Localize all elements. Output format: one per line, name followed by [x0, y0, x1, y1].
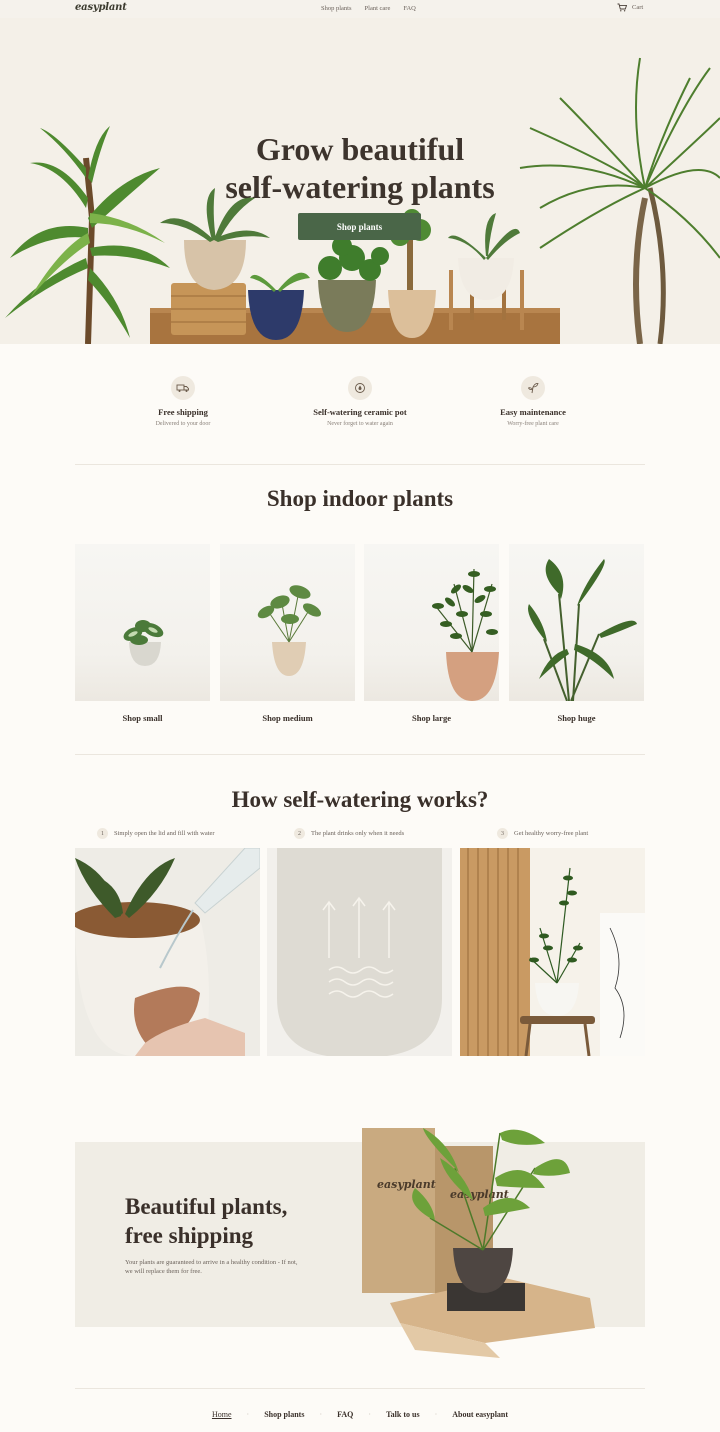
cart-label: Cart: [632, 4, 644, 11]
section-divider: [75, 754, 645, 755]
promo-box-plant-image: easyplant easyplant: [362, 1128, 595, 1358]
footer-link-home[interactable]: Home: [212, 1410, 232, 1419]
hero-shop-plants-button[interactable]: Shop plants: [298, 213, 421, 240]
truck-icon: [171, 376, 195, 400]
cart-button[interactable]: Cart: [617, 3, 643, 12]
shop-section-title: Shop indoor plants: [266, 486, 454, 511]
water-cycle-icon: [348, 376, 372, 400]
feature-self-watering: Self-watering ceramic pot Never forget t…: [260, 376, 460, 427]
footer-link-shop-plants[interactable]: Shop plants: [264, 1410, 304, 1419]
logo[interactable]: easyplant: [75, 2, 127, 13]
top-nav: easyplant Shop plants Plant care FAQ Car…: [0, 0, 720, 18]
box-brand-label: easyplant: [377, 1178, 436, 1191]
step-3: 3 Get healthy worry-free plant: [497, 828, 588, 839]
footer-link-about[interactable]: About easyplant: [452, 1410, 508, 1419]
nav-link-faq[interactable]: FAQ: [403, 5, 416, 12]
hero-title: Grow beautiful self-watering plants: [225, 131, 495, 205]
promo-text: Your plants are guaranteed to arrive in …: [125, 1259, 298, 1275]
step-3-image: [460, 848, 645, 1056]
shop-huge-card[interactable]: Shop huge: [509, 544, 644, 723]
footer-separator: ·: [368, 1410, 372, 1419]
shop-large-card[interactable]: Shop large: [364, 544, 499, 723]
medium-plant-image: [220, 544, 355, 701]
large-plant-image: [364, 544, 499, 701]
huge-plant-image: [509, 544, 644, 701]
feature-free-shipping: Free shipping Delivered to your door: [83, 376, 283, 427]
step-1: 1 Simply open the lid and fill with wate…: [97, 828, 215, 839]
box-brand-label-2: easyplant: [450, 1188, 509, 1201]
promo-title: Beautiful plants, free shipping: [125, 1194, 288, 1248]
feature-easy-maintenance: Easy maintenance Worry-free plant care: [433, 376, 633, 427]
hero-banner: Grow beautiful self-watering plants Shop…: [0, 18, 720, 344]
how-section-title: How self-watering works?: [231, 787, 489, 812]
nav-link-plant-care[interactable]: Plant care: [365, 5, 391, 12]
step-1-image: [75, 848, 260, 1056]
footer-link-talk-to-us[interactable]: Talk to us: [386, 1410, 420, 1419]
shop-small-card[interactable]: Shop small: [75, 544, 210, 723]
shop-medium-card[interactable]: Shop medium: [220, 544, 355, 723]
footer-nav: Home · Shop plants · FAQ · Talk to us · …: [0, 1410, 720, 1419]
step-2-image: [267, 848, 452, 1056]
footer-separator: ·: [319, 1410, 323, 1419]
sprout-icon: [521, 376, 545, 400]
footer-divider: [75, 1388, 645, 1389]
section-divider: [75, 464, 645, 465]
cart-icon: [617, 3, 627, 12]
nav-links: Shop plants Plant care FAQ: [321, 5, 416, 12]
footer-separator: ·: [246, 1410, 250, 1419]
step-2: 2 The plant drinks only when it needs: [294, 828, 404, 839]
features-row: Free shipping Delivered to your door Sel…: [75, 376, 645, 436]
nav-link-shop-plants[interactable]: Shop plants: [321, 5, 352, 12]
small-plant-image: [75, 544, 210, 701]
footer-separator: ·: [434, 1410, 438, 1419]
footer-link-faq[interactable]: FAQ: [337, 1410, 353, 1419]
